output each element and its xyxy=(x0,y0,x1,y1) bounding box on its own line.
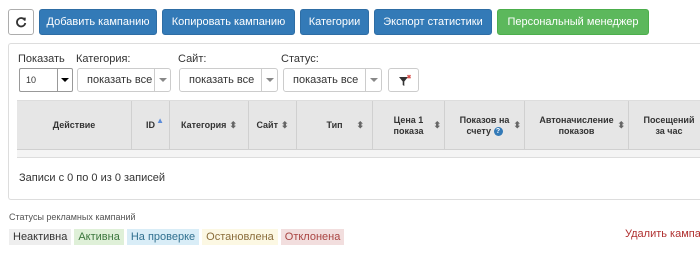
col-type[interactable]: Тип ⬍ xyxy=(296,101,372,150)
category-filter-select[interactable]: показать все xyxy=(77,68,171,92)
col-type-label: Тип xyxy=(326,120,343,130)
status-badge-review: На проверке xyxy=(126,229,200,245)
table-header: Действие ID ▲ Категория ⬍ Сайт ⬍ Тип ⬍ Ц… xyxy=(17,100,700,150)
chevron-down-icon xyxy=(154,69,170,91)
sort-asc-icon: ▲ xyxy=(156,116,164,125)
campaigns-panel: Показать 10 Категория: показать все Сайт… xyxy=(8,43,700,200)
status-filter-label: Статус: xyxy=(281,53,319,65)
col-auto-label-2: показов xyxy=(558,125,595,136)
page-size-select[interactable]: 10 xyxy=(19,68,73,92)
status-badge-active: Активна xyxy=(74,229,124,245)
col-action-label: Действие xyxy=(52,120,96,130)
filter-clear-icon xyxy=(399,74,412,86)
chevron-down-icon xyxy=(365,69,381,91)
status-badge-inactive: Неактивна xyxy=(9,229,72,245)
sort-icon: ⬍ xyxy=(433,120,441,130)
personal-manager-button[interactable]: Персональный менеджер xyxy=(497,9,649,35)
col-impressions-label-1: Показов на xyxy=(459,114,510,125)
sort-icon: ⬍ xyxy=(513,120,521,130)
col-site[interactable]: Сайт ⬍ xyxy=(248,101,296,150)
col-id-label: ID xyxy=(146,120,155,130)
col-category[interactable]: Категория ⬍ xyxy=(169,101,248,150)
sort-icon: ⬍ xyxy=(356,120,364,130)
col-category-label: Категория xyxy=(181,120,227,130)
sort-icon: ⬍ xyxy=(617,120,625,130)
chevron-down-icon xyxy=(261,69,277,91)
col-id[interactable]: ID ▲ xyxy=(131,101,169,150)
status-filter-select[interactable]: показать все xyxy=(283,68,382,92)
sort-icon: ⬍ xyxy=(281,120,289,130)
site-filter-value: показать все xyxy=(189,74,255,86)
add-campaign-button[interactable]: Добавить кампанию xyxy=(39,9,157,35)
export-statistics-button[interactable]: Экспорт статистики xyxy=(374,9,492,35)
status-legend: Неактивна Активна На проверке Остановлен… xyxy=(9,229,347,245)
col-action[interactable]: Действие xyxy=(17,101,131,150)
col-impressions-label-2: счету xyxy=(466,125,491,136)
site-filter-label: Сайт: xyxy=(178,53,207,65)
status-filter-value: показать все xyxy=(293,74,359,86)
copy-campaign-button[interactable]: Копировать кампанию xyxy=(162,9,295,35)
col-price-label-1: Цена 1 xyxy=(393,114,424,125)
col-price[interactable]: Цена 1 показа ⬍ xyxy=(372,101,444,150)
sort-icon: ⬍ xyxy=(229,120,237,130)
category-filter-value: показать все xyxy=(87,74,153,86)
toolbar: Добавить кампанию Копировать кампанию Ка… xyxy=(8,9,654,35)
clear-filter-button[interactable] xyxy=(388,68,419,92)
col-site-label: Сайт xyxy=(256,120,278,130)
category-filter-label: Категория: xyxy=(76,53,131,65)
col-price-label-2: показа xyxy=(393,125,424,136)
col-visits[interactable]: Посещений за час ⬍ xyxy=(628,101,700,150)
site-filter-select[interactable]: показать все xyxy=(179,68,278,92)
col-auto-label-1: Автоначисление xyxy=(539,114,614,125)
delete-campaign-link[interactable]: Удалить кампа xyxy=(625,228,700,240)
status-badge-rejected: Отклонена xyxy=(280,229,345,245)
statuses-title: Статусы рекламных кампаний xyxy=(9,212,136,222)
col-visits-label-1: Посещений xyxy=(643,114,695,125)
categories-button[interactable]: Категории xyxy=(300,9,369,35)
page-size-value: 10 xyxy=(26,75,37,85)
status-badge-stopped: Остановлена xyxy=(202,229,278,245)
table-body-empty xyxy=(17,150,700,158)
refresh-icon xyxy=(16,17,27,28)
col-visits-label-2: за час xyxy=(655,125,683,136)
show-label: Показать xyxy=(18,53,65,65)
refresh-button[interactable] xyxy=(8,9,34,35)
col-auto-impressions[interactable]: Автоначисление показов ⬍ xyxy=(524,101,628,150)
table-info: Записи с 0 по 0 из 0 записей xyxy=(19,172,166,184)
col-impressions[interactable]: Показов на счету ? ⬍ xyxy=(444,101,524,150)
question-icon[interactable]: ? xyxy=(493,126,503,136)
chevron-down-icon xyxy=(57,69,72,91)
